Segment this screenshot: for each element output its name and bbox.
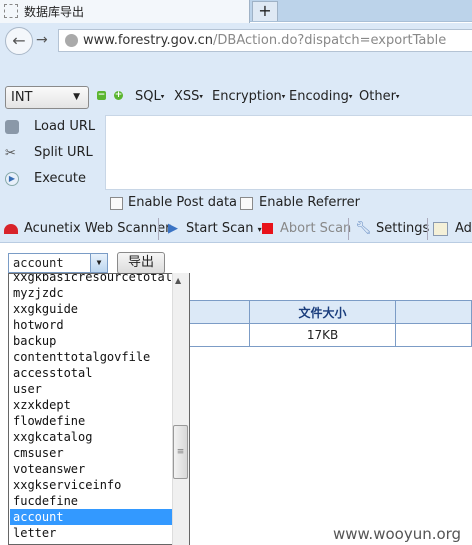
plus-icon[interactable]: + [114, 91, 123, 100]
dropdown-option[interactable]: user [10, 381, 173, 397]
dropdown-option[interactable]: contenttotalgovfile [10, 349, 173, 365]
tab-active[interactable]: 数据库导出 [0, 0, 250, 23]
url-path: /DBAction.do?dispatch=exportTable [213, 33, 447, 48]
referrer-label: Enable Referrer [259, 195, 360, 210]
scissors-icon: ✂ [5, 146, 16, 161]
new-tab-button[interactable]: + [252, 1, 278, 21]
forward-button[interactable]: → [36, 32, 48, 48]
dropdown-option[interactable]: fucdefine [10, 493, 173, 509]
load-url-button[interactable]: Load URL [34, 119, 95, 134]
play-icon: ▶ [168, 221, 178, 236]
settings-button[interactable]: Settings [376, 221, 429, 236]
url-bar[interactable]: www.forestry.gov.cn/DBAction.do?dispatch… [58, 29, 472, 52]
dropdown-option[interactable]: xxgkserviceinfo [10, 477, 173, 493]
chevron-down-icon: ▼ [73, 92, 80, 102]
post-data-checkbox[interactable] [110, 197, 123, 210]
acunetix-title[interactable]: Acunetix Web Scanner [24, 221, 171, 236]
referrer-checkbox[interactable] [240, 197, 253, 210]
separator [158, 218, 159, 240]
acunetix-logo-icon [4, 224, 18, 234]
dropdown-option[interactable]: letter [10, 525, 173, 541]
load-url-icon [5, 120, 19, 134]
dropdown-option[interactable]: xzxkdept [10, 397, 173, 413]
table-select[interactable]: account ▼ [8, 253, 108, 273]
chevron-down-icon[interactable]: ▼ [90, 254, 107, 272]
separator [427, 218, 428, 240]
dropdown-option[interactable]: xxgkbasicresourcetotal [10, 274, 173, 285]
minus-icon[interactable]: − [97, 91, 106, 100]
post-data-label: Enable Post data [128, 195, 238, 210]
dropdown-option[interactable]: accesstotal [10, 365, 173, 381]
back-button[interactable]: ← [5, 27, 33, 55]
menu-encryption[interactable]: Encryption▾ [212, 89, 285, 104]
scrollbar[interactable] [172, 273, 189, 545]
wrench-icon: 🔧︎ [355, 221, 372, 236]
dropdown-option[interactable]: account [10, 509, 173, 525]
split-url-button[interactable]: Split URL [34, 145, 93, 160]
table-select-dropdown[interactable]: xxgkbasicresourcetotal myzjzdc xxgkguide ho… [8, 273, 190, 545]
dropdown-option[interactable]: xxgkcatalog [10, 429, 173, 445]
tab-title: 数据库导出 [24, 5, 85, 19]
globe-icon [65, 34, 78, 47]
add-button[interactable]: Ad [455, 221, 472, 236]
menu-sql[interactable]: SQL▾ [135, 89, 164, 104]
url-textarea[interactable] [105, 115, 472, 190]
table-header-filesize: 文件大小 [248, 300, 397, 324]
dropdown-option[interactable]: myzjzdc [10, 285, 173, 301]
url-host: www.forestry.gov.cn [83, 33, 214, 48]
dropdown-option[interactable]: backup [10, 333, 173, 349]
export-button[interactable]: 导出 [117, 252, 165, 274]
notepad-icon [433, 222, 448, 236]
page-icon [4, 4, 18, 18]
type-select[interactable]: INT ▼ [5, 86, 89, 109]
start-scan-button[interactable]: Start Scan ▾ [186, 221, 262, 236]
file-size-cell: 17KB [248, 323, 397, 347]
abort-scan-button[interactable]: Abort Scan [280, 221, 351, 236]
dropdown-option[interactable]: flowdefine [10, 413, 173, 429]
table-select-value: account [13, 256, 64, 270]
menu-xss[interactable]: XSS▾ [174, 89, 203, 104]
type-select-value: INT [11, 90, 33, 105]
dropdown-option[interactable]: hotword [10, 317, 173, 333]
dropdown-option[interactable]: voteanswer [10, 461, 173, 477]
dropdown-option[interactable]: xxgkguide [10, 301, 173, 317]
menu-other[interactable]: Other▾ [359, 89, 399, 104]
scrollbar-thumb[interactable]: ≡ [173, 425, 188, 479]
watermark: www.wooyun.org [333, 525, 462, 543]
stop-icon [262, 223, 273, 234]
separator [348, 218, 349, 240]
menu-encoding[interactable]: Encoding▾ [289, 89, 352, 104]
table-header-cell [395, 300, 472, 324]
execute-icon: ▶ [5, 172, 19, 186]
dropdown-option[interactable]: cmsuser [10, 445, 173, 461]
execute-button[interactable]: Execute [34, 171, 86, 186]
table-row: 17KB [140, 323, 472, 347]
scroll-up-icon[interactable]: ▲ [175, 276, 181, 285]
